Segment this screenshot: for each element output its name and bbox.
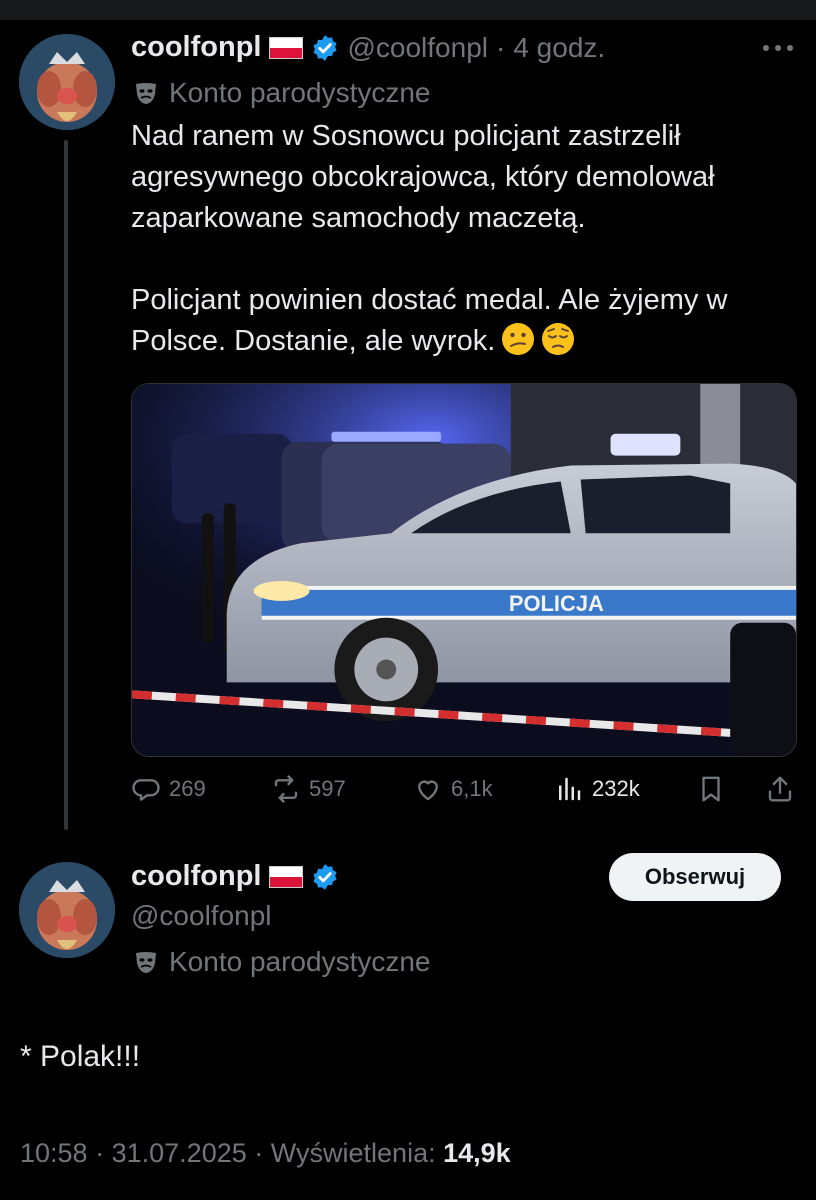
reply-time[interactable]: 10:58 (20, 1138, 88, 1168)
share-icon (768, 776, 792, 802)
bookmark-icon (702, 776, 720, 802)
follow-button[interactable]: Obserwuj (609, 853, 781, 901)
author-display-name[interactable]: coolfonpl (131, 31, 261, 64)
bookmark-button[interactable] (696, 774, 726, 804)
verified-badge-icon (313, 34, 338, 61)
author-handle[interactable]: @coolfonpl (347, 32, 488, 64)
reply-author-display-name[interactable]: coolfonpl (131, 860, 261, 893)
author-avatar[interactable] (19, 34, 115, 130)
verified-badge-icon (313, 863, 338, 890)
views-total: 14,9k (443, 1138, 511, 1168)
avatar-image (19, 34, 115, 130)
parody-mask-icon (136, 83, 156, 104)
author-header: coolfonpl @coolfonpl · 4 godz. (131, 31, 605, 64)
thread-connector-line (64, 140, 68, 830)
tweet-media-image[interactable]: POLICJA (131, 383, 797, 757)
tweet-paragraph-1: Nad ranem w Sosnowcu policjant zastrzeli… (131, 120, 715, 234)
poland-flag-icon (269, 36, 304, 59)
reply-meta: 10:58 · 31.07.2025 · Wyświetlenia: 14,9k (20, 1138, 511, 1169)
reply-author-avatar[interactable] (19, 862, 115, 958)
reply-avatar-image (19, 862, 115, 958)
repost-count: 597 (309, 776, 346, 801)
meta-separator: · (254, 1138, 264, 1168)
tweet-paragraph-2-text: Policjant powinien dostać medal. Ale żyj… (131, 284, 728, 357)
reply-body: * Polak!!! (20, 1040, 141, 1073)
views-button[interactable]: 232k (554, 774, 640, 804)
views-count: 232k (592, 776, 640, 801)
tweet-paragraph-2: Policjant powinien dostać medal. Ale żyj… (131, 280, 801, 362)
confused-face-emoji-icon (502, 323, 535, 355)
police-car-photo: POLICJA (132, 384, 796, 756)
views-label: Wyświetlenia: (270, 1138, 436, 1168)
repost-button[interactable]: 597 (271, 774, 346, 804)
top-status-bar (0, 0, 816, 20)
like-button[interactable]: 6,1k (413, 774, 493, 804)
reply-icon (132, 779, 160, 801)
time-separator: · (496, 31, 506, 63)
reply-count: 269 (169, 776, 206, 801)
views-icon (559, 777, 581, 801)
tweet-body: Nad ranem w Sosnowcu policjant zastrzeli… (131, 116, 801, 362)
tweet-relative-time[interactable]: 4 godz. (513, 32, 605, 64)
meta-separator: · (95, 1138, 105, 1168)
reply-parody-label-text: Konto parodystyczne (169, 946, 431, 977)
parody-mask-icon (136, 952, 156, 973)
share-button[interactable] (765, 774, 795, 804)
parody-account-label: Konto parodystyczne (133, 77, 431, 109)
like-count: 6,1k (451, 776, 493, 801)
reply-author-header: coolfonpl (131, 860, 339, 893)
like-icon (418, 780, 438, 801)
parody-label-text: Konto parodystyczne (169, 77, 431, 108)
tweet-action-bar: 269 597 6,1k 232k (131, 774, 801, 814)
repost-icon (274, 775, 298, 803)
reply-parody-account-label: Konto parodystyczne (133, 946, 431, 978)
pensive-face-emoji-icon (542, 323, 575, 355)
reply-author-handle[interactable]: @coolfonpl (131, 900, 272, 932)
more-icon[interactable] (760, 36, 796, 60)
poland-flag-icon (269, 865, 304, 888)
reply-button[interactable]: 269 (131, 774, 206, 804)
police-sign-text: POLICJA (509, 591, 604, 616)
reply-date[interactable]: 31.07.2025 (112, 1138, 247, 1168)
